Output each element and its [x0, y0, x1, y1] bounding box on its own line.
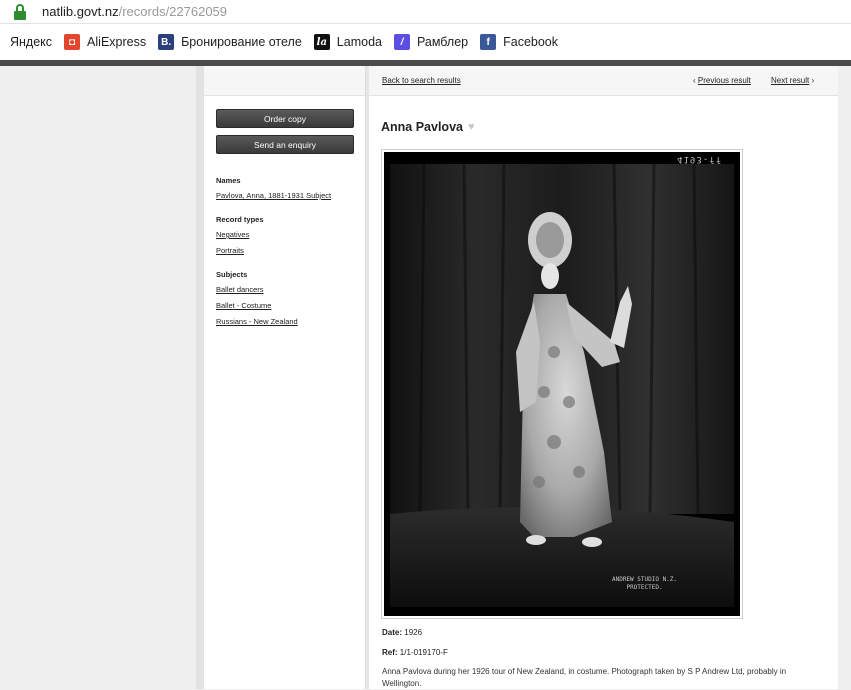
- names-section: Names Pavlova, Anna, 1881-1931 Subject: [216, 176, 365, 200]
- bookmark-aliexpress[interactable]: ◘ AliExpress: [64, 34, 146, 50]
- chevron-left-icon: ‹: [693, 76, 696, 85]
- bookmarks-bar: Яндекс ◘ AliExpress B. Бронирование отеле …: [0, 24, 851, 60]
- subjects-section: Subjects Ballet dancers Ballet - Costume…: [216, 270, 365, 326]
- url-text[interactable]: natlib.govt.nz/records/22762059: [42, 4, 227, 19]
- record-type-link-negatives[interactable]: Negatives: [216, 230, 365, 239]
- record-description: Anna Pavlova during her 1926 tour of New…: [382, 667, 787, 688]
- bookmark-yandex[interactable]: Яндекс: [10, 35, 52, 49]
- order-copy-button[interactable]: Order copy: [216, 109, 354, 128]
- date-value: 1926: [404, 628, 423, 637]
- record-main: Back to search results ‹ Previous result…: [369, 66, 838, 689]
- record-sidebar: Order copy Send an enquiry Names Pavlova…: [204, 66, 366, 689]
- address-bar[interactable]: natlib.govt.nz/records/22762059: [0, 0, 851, 24]
- bookmark-facebook[interactable]: f Facebook: [480, 34, 558, 50]
- lamoda-icon: la: [313, 34, 330, 50]
- previous-result-link[interactable]: ‹ Previous result: [693, 76, 751, 85]
- bookmark-booking[interactable]: B. Бронирование отеле: [158, 34, 302, 50]
- right-gutter: [838, 66, 851, 689]
- date-field: Date: 1926: [382, 628, 423, 637]
- record-types-section: Record types Negatives Portraits: [216, 215, 365, 255]
- bookmark-rambler[interactable]: / Рамблер: [393, 34, 468, 50]
- lock-icon: [12, 3, 28, 20]
- photo-studio-stamp: ANDREW STUDIO N.Z. PROTECTED.: [612, 576, 678, 591]
- record-photo[interactable]: 4193-ff ANDREW STUDIO N.Z. PROTECTED.: [381, 149, 743, 619]
- ref-value: 1/1-019170-F: [399, 648, 448, 657]
- record-title: Anna Pavlova: [381, 120, 463, 134]
- result-nav-bar: Back to search results ‹ Previous result…: [369, 66, 838, 96]
- section-heading: Subjects: [216, 270, 248, 279]
- aliexpress-icon: ◘: [64, 34, 81, 50]
- facebook-icon: f: [480, 34, 497, 50]
- next-result-link[interactable]: Next result ›: [771, 76, 814, 85]
- title-row: Anna Pavlova ♥: [381, 120, 478, 134]
- subject-link-russians-nz[interactable]: Russians - New Zealand: [216, 317, 365, 326]
- rambler-icon: /: [393, 34, 410, 50]
- heart-icon[interactable]: ♥: [468, 122, 478, 133]
- record-type-link-portraits[interactable]: Portraits: [216, 246, 365, 255]
- chevron-right-icon: ›: [811, 76, 815, 85]
- photo-image: 4193-ff ANDREW STUDIO N.Z. PROTECTED.: [384, 152, 740, 616]
- subject-link-ballet-dancers[interactable]: Ballet dancers: [216, 285, 365, 294]
- ref-field: Ref: 1/1-019170-F: [382, 648, 448, 657]
- photo-negative-number: 4193-ff: [677, 154, 722, 164]
- back-to-results-link[interactable]: Back to search results: [382, 76, 461, 85]
- send-enquiry-button[interactable]: Send an enquiry: [216, 135, 354, 154]
- dancer-photo-drawing: [384, 152, 740, 616]
- name-link-pavlova[interactable]: Pavlova, Anna, 1881-1931 Subject: [216, 191, 365, 200]
- sidebar-top-strip: [204, 66, 365, 96]
- subject-link-ballet-costume[interactable]: Ballet - Costume: [216, 301, 365, 310]
- section-heading: Names: [216, 176, 241, 185]
- section-heading: Record types: [216, 215, 264, 224]
- bookmark-lamoda[interactable]: la Lamoda: [313, 34, 382, 50]
- left-gutter: [196, 66, 204, 689]
- booking-icon: B.: [158, 34, 175, 50]
